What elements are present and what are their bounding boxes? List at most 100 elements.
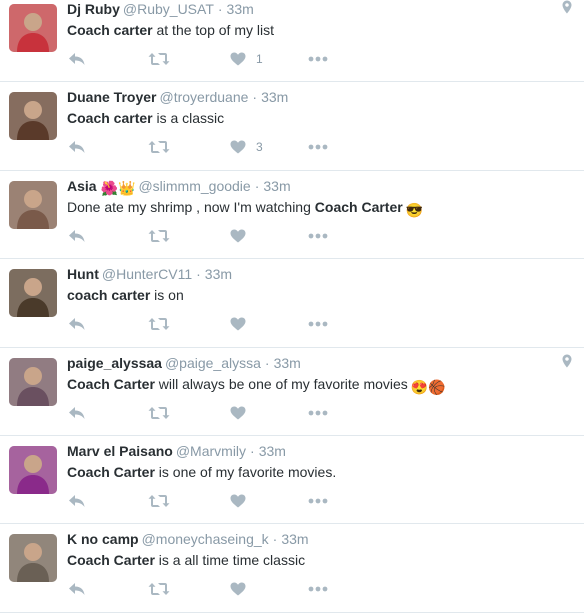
separator: · <box>196 266 201 283</box>
tweet-header: Hunt @HunterCV11 · 33m <box>67 265 554 283</box>
tweet-header: Asia 🌺👑 @slimmm_goodie · 33m <box>67 177 554 197</box>
user-name[interactable]: Duane Troyer <box>67 89 156 105</box>
reply-icon[interactable] <box>68 227 86 245</box>
timestamp[interactable]: 33m <box>261 89 288 105</box>
tweet-item[interactable]: Dj Ruby @Ruby_USAT · 33m Coach carter at the… <box>0 0 584 83</box>
more-options-icon[interactable] <box>308 315 328 333</box>
timestamp[interactable]: 33m <box>281 531 308 547</box>
location-pin-icon[interactable] <box>562 354 572 373</box>
tweet-item[interactable]: Marv el Paisano @Marvmily · 33m Coach Carter… <box>0 436 584 525</box>
like-button[interactable] <box>230 227 246 245</box>
tweet-text-highlight: Coach Carter <box>67 375 155 392</box>
user-handle[interactable]: @HunterCV11 <box>102 266 192 282</box>
tweet-item[interactable]: Hunt @HunterCV11 · 33m coach carter is on <box>0 259 584 348</box>
user-handle[interactable]: @troyerduane <box>159 89 248 105</box>
tweet-header: Marv el Paisano @Marvmily · 33m <box>67 442 554 460</box>
retweet-icon[interactable] <box>148 315 170 333</box>
tweet-text-highlight: Coach Carter <box>314 198 403 215</box>
tweet-text-highlight: Coach Carter <box>67 552 155 569</box>
tweet-item[interactable]: paige_alyssaa @paige_alyssa · 33m Coach Cart… <box>0 348 584 436</box>
heart-icon[interactable] <box>230 317 246 331</box>
heart-icon[interactable] <box>230 406 246 420</box>
more-options-icon[interactable] <box>308 50 328 68</box>
user-name[interactable]: Hunt <box>67 266 99 282</box>
heart-icon[interactable] <box>230 140 246 154</box>
avatar[interactable] <box>9 180 57 229</box>
tweet-actions <box>68 404 348 422</box>
like-count: 3 <box>256 140 263 155</box>
heart-icon[interactable] <box>230 494 246 508</box>
tweet-actions <box>68 315 348 333</box>
tweet-text-rest: is one of my favorite movies. <box>154 463 337 480</box>
timestamp[interactable]: 33m <box>263 178 290 194</box>
retweet-icon[interactable] <box>148 492 170 510</box>
avatar[interactable] <box>9 445 57 494</box>
like-button[interactable]: 1 <box>230 50 263 68</box>
user-handle[interactable]: @slimmm_goodie <box>138 178 250 194</box>
tweet-item[interactable]: Duane Troyer @troyerduane · 33m Coach carter… <box>0 82 584 171</box>
like-button[interactable]: 3 <box>230 138 263 156</box>
timestamp[interactable]: 33m <box>259 443 286 459</box>
retweet-icon[interactable] <box>148 404 170 422</box>
reply-icon[interactable] <box>68 404 86 422</box>
like-count: 1 <box>256 52 263 66</box>
heart-icon[interactable] <box>230 52 246 66</box>
tweet-text: Done ate my shrimp , now I'm watching Co… <box>67 198 564 219</box>
more-options-icon[interactable] <box>308 404 328 422</box>
tweet-actions <box>68 580 348 598</box>
tweet-emoji: 😍🏀 <box>410 378 446 395</box>
tweet-text: Coach Carter is a all time time classic <box>67 551 564 569</box>
user-name[interactable]: paige_alyssaa <box>67 355 162 371</box>
user-name[interactable]: Dj Ruby <box>67 1 120 17</box>
separator: · <box>252 89 258 106</box>
reply-icon[interactable] <box>68 580 86 598</box>
user-handle[interactable]: @Marvmily <box>176 443 246 459</box>
tweet-header: K no camp @moneychaseing_k · 33m <box>67 530 554 548</box>
user-name[interactable]: Marv el Paisano <box>67 443 173 459</box>
tweet-text-rest: is a all time time classic <box>154 552 306 569</box>
heart-icon[interactable] <box>230 582 246 596</box>
reply-icon[interactable] <box>68 315 86 333</box>
avatar[interactable] <box>9 269 57 318</box>
tweet-text-rest: is on <box>150 287 184 304</box>
more-options-icon[interactable] <box>308 138 328 156</box>
tweet-item[interactable]: Asia 🌺👑 @slimmm_goodie · 33m Done ate my shri… <box>0 171 584 260</box>
reply-icon[interactable] <box>68 50 86 68</box>
heart-icon[interactable] <box>230 229 246 243</box>
like-button[interactable] <box>230 404 246 422</box>
avatar[interactable] <box>9 534 57 583</box>
reply-icon[interactable] <box>68 138 86 156</box>
tweet-text-highlight: Coach carter <box>67 110 153 127</box>
like-button[interactable] <box>230 315 246 333</box>
avatar[interactable] <box>9 92 57 141</box>
user-name[interactable]: K no camp <box>67 531 139 547</box>
retweet-icon[interactable] <box>148 50 170 68</box>
more-options-icon[interactable] <box>308 580 328 598</box>
separator: · <box>272 531 278 548</box>
retweet-icon[interactable] <box>148 580 170 598</box>
user-handle[interactable]: @Ruby_USAT <box>123 1 214 17</box>
user-handle[interactable]: @moneychaseing_k <box>142 531 269 547</box>
avatar[interactable] <box>9 357 57 406</box>
retweet-icon[interactable] <box>148 138 170 156</box>
timestamp[interactable]: 33m <box>274 355 301 371</box>
more-options-icon[interactable] <box>308 492 328 510</box>
tweet-header: Duane Troyer @troyerduane · 33m <box>67 88 554 106</box>
user-name[interactable]: Asia <box>67 178 97 194</box>
like-button[interactable] <box>230 492 246 510</box>
like-button[interactable] <box>230 580 246 598</box>
tweet-item[interactable]: K no camp @moneychaseing_k · 33m Coach Carte… <box>0 524 584 613</box>
tweet-actions: 3 <box>68 138 348 156</box>
tweet-actions <box>68 492 348 510</box>
tweet-actions <box>68 227 348 245</box>
tweet-text: Coach Carter will always be one of my fa… <box>67 375 564 396</box>
more-options-icon[interactable] <box>308 227 328 245</box>
retweet-icon[interactable] <box>148 227 170 245</box>
user-handle[interactable]: @paige_alyssa <box>165 355 261 371</box>
timestamp[interactable]: 33m <box>205 266 232 282</box>
tweet-header: Dj Ruby @Ruby_USAT · 33m <box>67 0 554 18</box>
timestamp[interactable]: 33m <box>227 1 254 17</box>
avatar[interactable] <box>9 4 57 52</box>
location-pin-icon[interactable] <box>562 0 572 19</box>
reply-icon[interactable] <box>68 492 86 510</box>
